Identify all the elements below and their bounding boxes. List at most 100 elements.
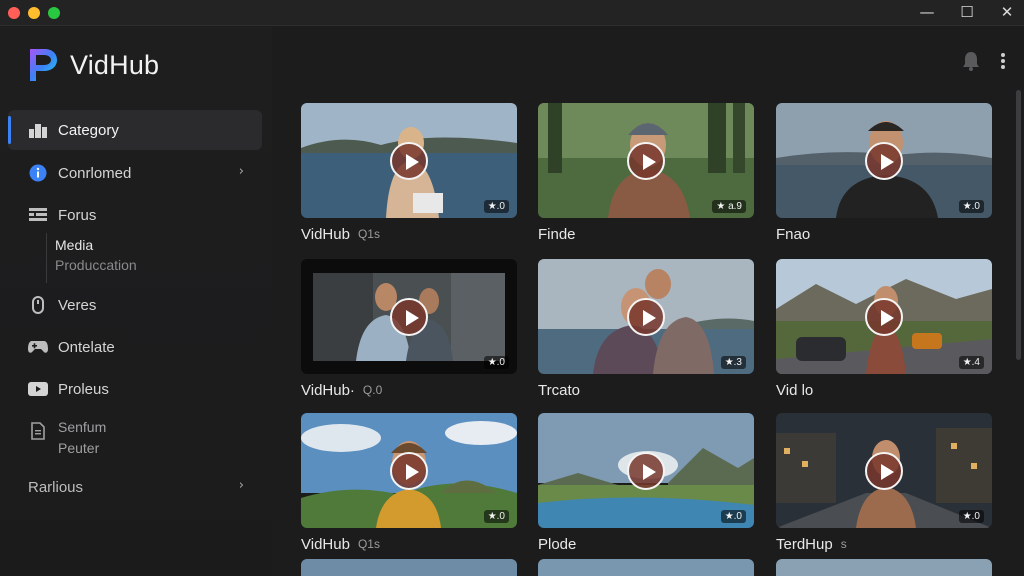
video-card[interactable]: ★.0 Plode	[538, 413, 754, 553]
video-meta: s	[840, 537, 847, 551]
minimize-traffic-button[interactable]	[28, 7, 40, 19]
sidebar-item-forus[interactable]: Forus	[8, 195, 262, 235]
video-thumbnail[interactable]	[538, 559, 754, 576]
gamepad-icon	[28, 337, 48, 357]
sidebar-item-veres[interactable]: Veres	[8, 285, 262, 325]
play-icon[interactable]	[390, 451, 428, 490]
video-rating: ★.0	[483, 200, 509, 213]
video-title[interactable]: VidHub·	[301, 382, 355, 399]
close-traffic-button[interactable]	[8, 7, 20, 19]
video-thumbnail[interactable]: ★.0	[301, 413, 517, 528]
video-title[interactable]: VidHub	[301, 536, 350, 553]
play-icon[interactable]	[865, 297, 903, 336]
video-title[interactable]: Trcato	[538, 382, 580, 399]
sidebar-item-label: Forus	[58, 206, 97, 224]
video-thumbnail[interactable]: ★.0	[538, 413, 754, 528]
sidebar-item-line2: Peuter	[58, 440, 100, 456]
sidebar-item-label: Conrlomed	[58, 164, 132, 182]
video-thumbnail[interactable]	[301, 559, 517, 576]
video-thumbnail[interactable]: ★.3	[538, 259, 754, 374]
chevron-right-icon: ›	[238, 478, 244, 493]
video-card-partial[interactable]	[301, 559, 517, 576]
video-title[interactable]: VidHub	[301, 226, 350, 243]
subitem-title: Media	[55, 237, 94, 253]
video-thumbnail[interactable]: ★.0	[776, 103, 992, 218]
video-rating: ★ a.9	[712, 200, 746, 213]
video-thumbnail[interactable]: ★.0	[301, 259, 517, 374]
video-thumbnail[interactable]: ★.0	[301, 103, 517, 218]
video-title[interactable]: TerdHup	[776, 536, 833, 553]
video-title[interactable]: Finde	[538, 226, 576, 243]
video-card[interactable]: ★.0 TerdHup s	[776, 413, 992, 553]
sidebar-item-label: Rarlious	[28, 478, 84, 496]
video-card[interactable]: ★.0 VidHub Q1s	[301, 413, 517, 553]
app-logo[interactable]: VidHub	[24, 45, 159, 85]
mouse-icon	[28, 295, 48, 315]
sidebar-item-category[interactable]: Category	[8, 110, 262, 150]
video-thumbnail[interactable]: ★ a.9	[538, 103, 754, 218]
play-icon[interactable]	[865, 451, 903, 490]
play-icon[interactable]	[865, 141, 903, 180]
play-icon[interactable]	[390, 297, 428, 336]
video-thumbnail[interactable]: ★.0	[776, 413, 992, 528]
video-thumbnail[interactable]: ★.4	[776, 259, 992, 374]
top-actions	[960, 50, 1006, 77]
video-card[interactable]: ★.0 Fnao	[776, 103, 992, 243]
video-rating: ★.4	[958, 356, 984, 369]
sidebar-nav: Category Conrlomed › Forus Media Producc…	[8, 110, 262, 507]
video-title[interactable]: Fnao	[776, 226, 810, 243]
info-icon	[28, 163, 48, 183]
grid-icon	[28, 205, 48, 225]
video-rating: ★.0	[958, 510, 984, 523]
video-rating: ★.3	[720, 356, 746, 369]
video-card-partial[interactable]	[538, 559, 754, 576]
sidebar: VidHub Category Conrlomed › Forus Media …	[0, 27, 272, 576]
video-meta: Q1s	[357, 537, 380, 551]
sidebar-item-rarlious[interactable]: Rarlious ›	[8, 467, 262, 507]
video-rating: ★.0	[720, 510, 746, 523]
video-title[interactable]: Vid lo	[776, 382, 813, 399]
video-grid: ★.0 VidHub Q1s ★ a.9 Finde ★.0 Fnao ★.0 …	[300, 102, 1000, 576]
window-controls: — ☐ ✕	[918, 3, 1016, 21]
sidebar-item-label: Veres	[58, 296, 97, 314]
video-rating: ★.0	[483, 510, 509, 523]
video-card-partial[interactable]	[776, 559, 992, 576]
subitem-subtitle: Produccation	[55, 257, 137, 273]
sidebar-subitem-media[interactable]: Media Produccation	[46, 233, 262, 283]
sidebar-item-label: Proleus	[58, 380, 109, 398]
vidhub-logo-icon	[30, 49, 57, 81]
traffic-lights	[8, 7, 60, 19]
zoom-traffic-button[interactable]	[48, 7, 60, 19]
video-card[interactable]: ★.4 Vid lo	[776, 259, 992, 399]
maximize-button[interactable]: ☐	[958, 3, 976, 21]
app-name: VidHub	[70, 49, 160, 80]
play-icon[interactable]	[627, 297, 665, 336]
chevron-right-icon: ›	[238, 164, 244, 179]
video-icon	[28, 379, 48, 399]
sidebar-item-ontelate[interactable]: Ontelate	[8, 327, 262, 367]
video-rating: ★.0	[958, 200, 984, 213]
video-meta: Q.0	[362, 383, 383, 397]
sidebar-item-proleus[interactable]: Proleus	[8, 369, 262, 409]
sidebar-item-conrlomed[interactable]: Conrlomed ›	[8, 153, 262, 193]
scrollbar[interactable]	[1016, 90, 1021, 360]
bell-icon[interactable]	[960, 50, 982, 77]
video-card[interactable]: ★.0 VidHub· Q.0	[301, 259, 517, 399]
title-bar: — ☐ ✕	[0, 0, 1024, 26]
document-icon	[28, 421, 48, 441]
video-card[interactable]: ★.3 Trcato	[538, 259, 754, 399]
sidebar-item-label: Ontelate	[58, 338, 115, 356]
close-button[interactable]: ✕	[998, 3, 1016, 21]
sidebar-item-label: Category	[58, 121, 119, 139]
video-thumbnail[interactable]	[776, 559, 992, 576]
category-icon	[28, 120, 48, 140]
minimize-button[interactable]: —	[918, 3, 936, 21]
play-icon[interactable]	[390, 141, 428, 180]
video-card[interactable]: ★ a.9 Finde	[538, 103, 754, 243]
play-icon[interactable]	[627, 141, 665, 180]
video-title[interactable]: Plode	[538, 536, 576, 553]
more-vert-icon[interactable]	[1000, 52, 1006, 75]
play-icon[interactable]	[627, 451, 665, 490]
sidebar-item-senfum[interactable]: Senfum Peuter	[8, 411, 262, 459]
video-card[interactable]: ★.0 VidHub Q1s	[301, 103, 517, 243]
